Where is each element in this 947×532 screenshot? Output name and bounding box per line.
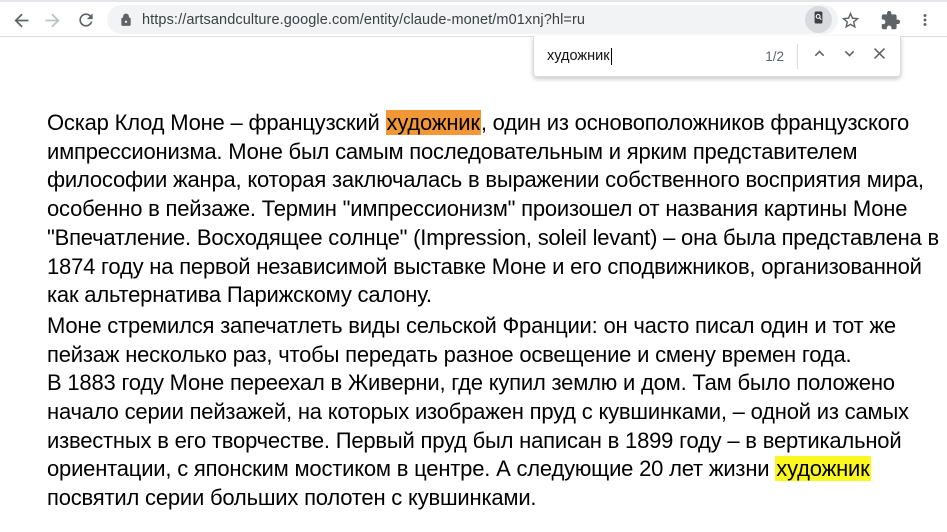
text-segment: посвятил серии больших полотен с кувшинк… xyxy=(47,485,536,510)
text-line: посвятил серии больших полотен с кувшинк… xyxy=(47,484,939,513)
text-line: особенно в пейзаже. Термин "импрессиониз… xyxy=(47,195,939,224)
paragraph: Оскар Клод Моне – французский художник, … xyxy=(47,109,939,310)
text-line: известных в его творчестве. Первый пруд … xyxy=(47,427,939,456)
text-segment: как альтернатива Парижскому салону. xyxy=(47,282,432,307)
forward-button[interactable] xyxy=(38,6,66,34)
text-line: 1874 году на первой независимой выставке… xyxy=(47,253,939,282)
text-caret xyxy=(611,48,613,65)
find-next-button[interactable] xyxy=(834,41,864,71)
reload-icon xyxy=(76,10,96,30)
text-segment: философии жанра, которая заключалась в в… xyxy=(47,167,924,192)
text-line: философии жанра, которая заключалась в в… xyxy=(47,166,939,195)
find-bar: художник 1/2 xyxy=(533,36,901,77)
text-line: Оскар Клод Моне – французский художник, … xyxy=(47,109,939,138)
text-line: импрессионизма. Моне был самым последова… xyxy=(47,138,939,167)
chevron-up-icon xyxy=(810,44,829,68)
text-segment: особенно в пейзаже. Термин "импрессиониз… xyxy=(47,196,907,221)
text-segment: Моне стремился запечатлеть виды сельской… xyxy=(47,313,896,338)
back-icon xyxy=(11,10,32,31)
find-match-count: 1/2 xyxy=(765,49,784,64)
text-segment: импрессионизма. Моне был самым последова… xyxy=(47,139,857,164)
find-match: художник xyxy=(775,456,870,481)
text-segment: пейзаж несколько раз, чтобы передать раз… xyxy=(47,342,851,367)
text-segment: В 1883 году Моне переехал в Живерни, где… xyxy=(47,370,895,395)
text-segment: 1874 году на первой независимой выставке… xyxy=(47,254,922,279)
find-previous-button[interactable] xyxy=(804,41,834,71)
text-segment: , один из основоположников французского xyxy=(481,110,909,135)
text-segment: Оскар Клод Моне – французский xyxy=(47,110,386,135)
extensions-button[interactable] xyxy=(876,6,904,34)
lock-icon[interactable] xyxy=(119,13,133,27)
text-line: "Впечатление. Восходящее солнце" (Impres… xyxy=(47,224,939,253)
paragraph: Моне стремился запечатлеть виды сельской… xyxy=(47,312,939,513)
close-icon xyxy=(870,44,889,68)
text-line: В 1883 году Моне переехал в Живерни, где… xyxy=(47,369,939,398)
text-line: ориентации, с японским мостиком в центре… xyxy=(47,455,939,484)
menu-dots-icon xyxy=(916,11,934,29)
forward-icon xyxy=(42,10,63,31)
text-segment: "Впечатление. Восходящее солнце" (Impres… xyxy=(47,225,939,250)
reload-button[interactable] xyxy=(72,6,100,34)
text-line: начало серии пейзажей, на которых изобра… xyxy=(47,398,939,427)
browser-menu-button[interactable] xyxy=(911,6,939,34)
search-page-icon xyxy=(810,9,827,31)
chevron-down-icon xyxy=(840,44,859,68)
find-close-button[interactable] xyxy=(864,41,894,71)
text-segment: начало серии пейзажей, на которых изобра… xyxy=(47,399,909,424)
bookmark-star-icon xyxy=(840,10,861,31)
bookmark-button[interactable] xyxy=(836,6,864,34)
text-line: пейзаж несколько раз, чтобы передать раз… xyxy=(47,341,939,370)
find-bar-divider xyxy=(797,44,798,69)
article: Оскар Клод Моне – французский художник, … xyxy=(47,109,939,513)
text-line: как альтернатива Парижскому салону. xyxy=(47,281,939,310)
url-text: https://artsandculture.google.com/entity… xyxy=(142,12,585,28)
back-button[interactable] xyxy=(7,6,35,34)
text-line: Моне стремился запечатлеть виды сельской… xyxy=(47,312,939,341)
address-bar[interactable]: https://artsandculture.google.com/entity… xyxy=(107,5,838,34)
browser-toolbar: https://artsandculture.google.com/entity… xyxy=(0,0,947,37)
find-query-text: художник xyxy=(547,48,610,64)
find-input[interactable]: художник xyxy=(547,48,765,65)
extensions-icon xyxy=(880,10,901,31)
search-page-button[interactable] xyxy=(805,6,832,33)
text-segment: ориентации, с японским мостиком в центре… xyxy=(47,456,775,481)
text-segment: известных в его творчестве. Первый пруд … xyxy=(47,428,901,453)
find-match-active: художник xyxy=(386,110,481,135)
